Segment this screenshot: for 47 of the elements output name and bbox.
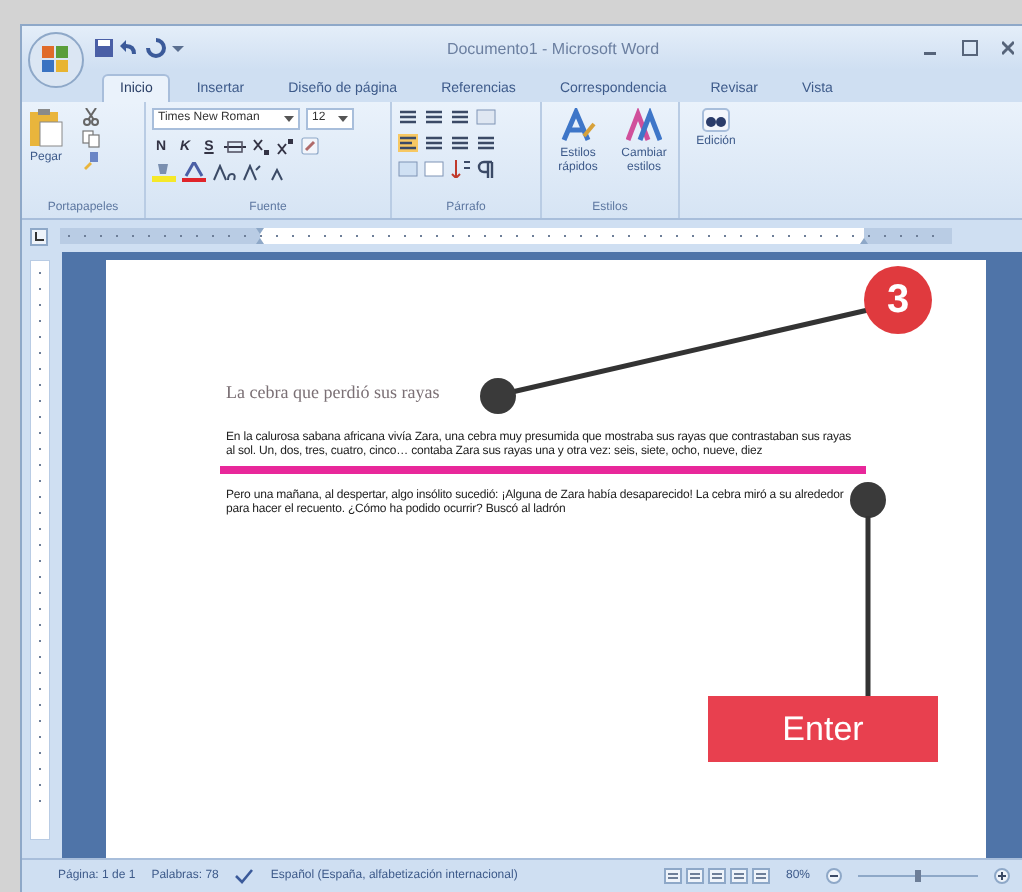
font-color-icon[interactable] [182, 162, 206, 182]
scissors-icon[interactable] [82, 108, 100, 126]
zoom-slider[interactable] [858, 868, 978, 884]
shrink-font-icon[interactable] [268, 163, 288, 181]
case-icon[interactable] [212, 163, 236, 181]
full-screen-icon[interactable] [685, 868, 704, 884]
paste-icon[interactable] [28, 108, 64, 148]
redo-icon[interactable] [146, 38, 166, 58]
highlighter-icon[interactable] [152, 162, 176, 182]
grow-font-icon[interactable] [242, 163, 262, 181]
line-spacing-icon[interactable] [476, 134, 496, 152]
document-title: La cebra que perdió sus rayas [226, 382, 442, 402]
strikethrough-icon[interactable] [224, 137, 246, 155]
save-icon[interactable] [94, 38, 114, 58]
print-layout-icon[interactable] [663, 868, 682, 884]
brush-icon[interactable] [82, 152, 100, 170]
zoom-out-icon[interactable] [826, 868, 842, 884]
bullets-icon[interactable] [398, 108, 418, 126]
zoom-in-icon[interactable] [994, 868, 1010, 884]
numbering-icon[interactable] [424, 108, 444, 126]
dropdown-icon[interactable] [284, 115, 294, 123]
tab-selector-icon[interactable] [30, 227, 48, 245]
sort-icon[interactable] [450, 160, 470, 178]
slider-thumb[interactable] [915, 870, 921, 882]
dropdown-icon[interactable] [172, 42, 184, 54]
maximize-icon[interactable] [962, 40, 978, 56]
styles-icon[interactable] [560, 108, 596, 144]
subscript-icon[interactable] [252, 137, 270, 155]
dropdown-icon[interactable] [338, 115, 348, 123]
web-layout-icon[interactable] [707, 868, 726, 884]
multilevel-list-icon[interactable] [450, 108, 470, 126]
undo-icon[interactable] [120, 38, 140, 58]
outline-icon[interactable] [729, 868, 748, 884]
align-left-icon[interactable] [398, 134, 418, 152]
binoculars-icon[interactable] [702, 108, 730, 132]
draft-icon[interactable] [751, 868, 770, 884]
align-right-icon[interactable] [450, 134, 470, 152]
eraser-icon[interactable] [300, 136, 320, 156]
key-label: Enter [708, 696, 938, 762]
change-styles-icon[interactable] [626, 108, 662, 144]
pilcrow-icon[interactable] [476, 160, 496, 178]
copy-icon[interactable] [82, 130, 100, 148]
window-title: Documento1 - Microsoft Word [444, 39, 662, 57]
superscript-icon[interactable] [276, 137, 294, 155]
center-icon[interactable] [424, 134, 444, 152]
proofing-icon[interactable] [234, 868, 255, 884]
close-icon[interactable] [1002, 40, 1014, 56]
